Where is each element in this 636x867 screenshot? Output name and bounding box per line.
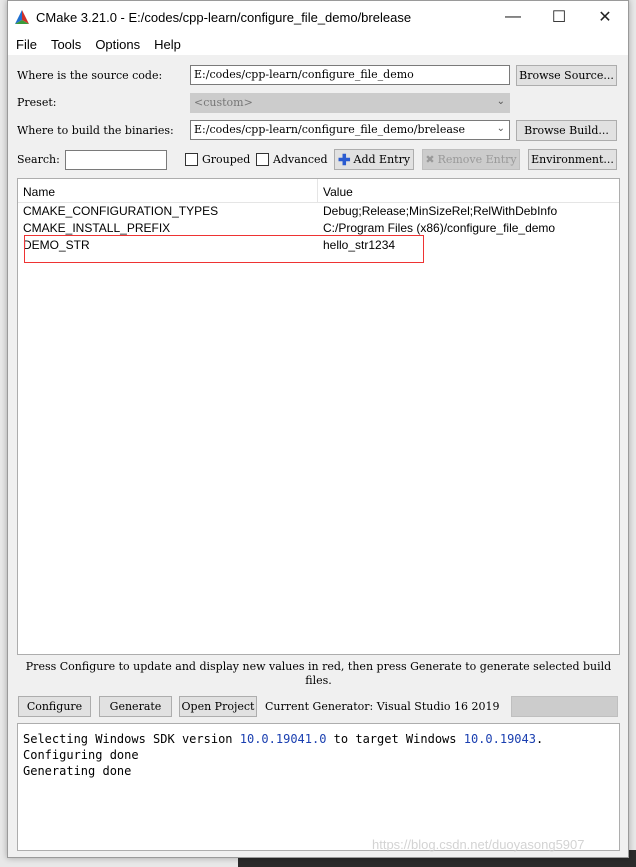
chevron-down-icon: ⌄ — [496, 96, 505, 107]
remove-entry-label: Remove Entry — [437, 153, 517, 166]
preset-select[interactable]: <custom> ⌄ — [190, 93, 510, 113]
chevron-down-icon: ⌄ — [496, 123, 505, 134]
output-log[interactable]: Selecting Windows SDK version 10.0.19041… — [17, 723, 620, 851]
menu-help[interactable]: Help — [154, 37, 181, 52]
remove-entry-button[interactable]: ✖ Remove Entry — [422, 149, 520, 170]
plus-icon: ✚ — [337, 150, 351, 169]
log-number: 10.0.19041.0 — [239, 732, 327, 746]
cell-name: CMAKE_CONFIGURATION_TYPES — [23, 204, 219, 218]
highlight-annotation — [24, 235, 424, 263]
checkbox-box[interactable] — [185, 153, 198, 166]
advanced-label: Advanced — [273, 153, 328, 166]
menu-tools[interactable]: Tools — [51, 37, 81, 52]
watermark: https://blog.csdn.net/duoyasong5907 — [372, 837, 585, 852]
browse-source-button[interactable]: Browse Source... — [516, 65, 617, 86]
build-value: E:/codes/cpp-learn/configure_file_demo/b… — [194, 123, 466, 136]
search-label: Search: — [17, 153, 60, 166]
menu-file[interactable]: File — [16, 37, 37, 52]
window-title: CMake 3.21.0 - E:/codes/cpp-learn/config… — [36, 9, 412, 25]
grouped-label: Grouped — [202, 153, 251, 166]
log-text: Selecting Windows SDK version — [23, 732, 240, 746]
advanced-checkbox[interactable]: Advanced — [256, 153, 328, 166]
log-number: 10.0.19043 — [463, 732, 536, 746]
menu-options[interactable]: Options — [95, 37, 140, 52]
header-value[interactable]: Value — [318, 179, 619, 202]
log-line: Generating done — [23, 764, 132, 778]
browse-build-button[interactable]: Browse Build... — [516, 120, 617, 141]
title-bar: CMake 3.21.0 - E:/codes/cpp-learn/config… — [8, 1, 628, 33]
preset-value: <custom> — [194, 96, 253, 109]
table-row[interactable]: CMAKE_CONFIGURATION_TYPES Debug;Release;M… — [18, 203, 619, 220]
maximize-button[interactable]: ☐ — [536, 7, 582, 27]
cell-value[interactable]: Debug;Release;MinSizeRel;RelWithDebInfo — [318, 203, 619, 220]
build-select[interactable]: E:/codes/cpp-learn/configure_file_demo/b… — [190, 120, 510, 140]
close-button[interactable]: ✕ — [582, 7, 628, 27]
add-entry-button[interactable]: ✚ Add Entry — [334, 149, 414, 170]
search-input[interactable] — [65, 150, 167, 170]
build-label: Where to build the binaries: — [17, 124, 174, 137]
generate-button[interactable]: Generate — [99, 696, 172, 717]
table-header: Name Value — [18, 179, 619, 203]
source-input[interactable]: E:/codes/cpp-learn/configure_file_demo — [190, 65, 510, 85]
header-name[interactable]: Name — [18, 179, 318, 202]
log-line: Configuring done — [23, 748, 139, 762]
preset-label: Preset: — [17, 96, 57, 109]
cmake-window: CMake 3.21.0 - E:/codes/cpp-learn/config… — [7, 0, 629, 858]
hint-text: Press Configure to update and display ne… — [25, 660, 612, 687]
menu-bar: File Tools Options Help — [8, 33, 628, 55]
cache-table: Name Value CMAKE_CONFIGURATION_TYPES Debu… — [17, 178, 620, 655]
progress-bar — [511, 696, 618, 717]
log-text: . — [535, 732, 544, 746]
checkbox-box[interactable] — [256, 153, 269, 166]
grouped-checkbox[interactable]: Grouped — [185, 153, 250, 166]
source-label: Where is the source code: — [17, 69, 163, 82]
open-project-button[interactable]: Open Project — [179, 696, 257, 717]
current-generator: Current Generator: Visual Studio 16 2019 — [265, 700, 500, 713]
log-text: to target Windows — [326, 732, 464, 746]
add-entry-label: Add Entry — [353, 153, 411, 166]
cmake-logo-icon — [15, 10, 29, 24]
minimize-button[interactable]: — — [490, 8, 536, 26]
remove-icon: ✖ — [425, 153, 435, 166]
environment-button[interactable]: Environment... — [528, 149, 617, 170]
configure-button[interactable]: Configure — [18, 696, 91, 717]
